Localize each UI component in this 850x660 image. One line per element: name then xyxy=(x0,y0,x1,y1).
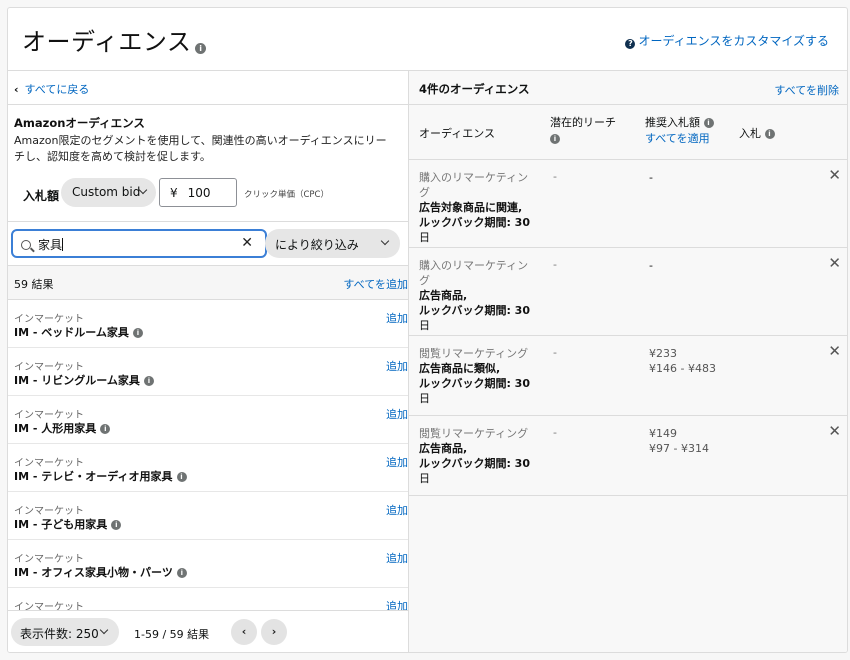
item-category: インマーケット xyxy=(14,410,84,421)
info-icon[interactable]: i xyxy=(143,376,154,386)
close-icon[interactable]: ✕ xyxy=(828,254,841,272)
suggested-bid-cell: - xyxy=(649,171,653,184)
bid-amount-input[interactable]: ¥100 xyxy=(159,178,237,207)
reach-cell: - xyxy=(553,426,557,439)
clear-search-icon[interactable]: ✕ xyxy=(241,235,253,251)
pagination-footer: 表示件数: 250 1-59 / 59 結果 ‹ › xyxy=(8,610,408,652)
info-icon[interactable]: i xyxy=(550,134,560,144)
info-icon[interactable]: i xyxy=(764,129,775,139)
page-size-dropdown[interactable]: 表示件数: 250 xyxy=(11,618,119,646)
results-count: 59 結果 xyxy=(14,278,54,291)
reach-cell: - xyxy=(553,346,557,359)
remove-all-button[interactable]: すべてを削除 xyxy=(774,82,839,98)
item-name: IM - テレビ・オーディオ用家具 i xyxy=(14,468,187,484)
next-page-button[interactable]: › xyxy=(261,619,287,645)
list-item: インマーケット IM - 子ども用家具 i 追加 xyxy=(8,492,408,540)
section-description: Amazon限定のセグメントを使用して、関連性の高いオーディエンスにリー チし、… xyxy=(14,134,387,163)
selected-header: 4件のオーディエンス すべてを削除 xyxy=(409,71,847,105)
item-category: インマーケット xyxy=(14,554,84,565)
amazon-audience-section: Amazonオーディエンス Amazon限定のセグメントを使用して、関連性の高い… xyxy=(8,105,408,169)
suggested-bid-cell: - xyxy=(649,259,653,272)
text-cursor xyxy=(62,238,64,251)
list-item: インマーケット IM - ベッドルーム家具 i 追加 xyxy=(8,300,408,348)
item-category: インマーケット xyxy=(14,314,84,325)
bid-unit-label: クリック単価（CPC） xyxy=(244,190,329,200)
table-row: 閲覧リマーケティング 広告商品に類似, ルックバック期間: 30 日 - ¥23… xyxy=(409,336,847,416)
item-name: IM - 子ども用家具 i xyxy=(14,516,122,532)
chevron-down-icon xyxy=(99,625,109,635)
list-item: インマーケット IM - リビングルーム家具 i 追加 xyxy=(8,348,408,396)
chevron-down-icon xyxy=(380,236,390,246)
close-icon[interactable]: ✕ xyxy=(828,422,841,440)
close-icon[interactable]: ✕ xyxy=(828,166,841,184)
item-category: インマーケット xyxy=(14,458,84,469)
table-row: 閲覧リマーケティング 広告商品, ルックバック期間: 30 日 - ¥149 ¥9… xyxy=(409,416,847,496)
filter-dropdown[interactable]: により絞り込み xyxy=(265,229,400,258)
column-reach: 潜在的リーチ i xyxy=(550,116,616,144)
selected-audiences: 4件のオーディエンス すべてを削除 オーディエンス 潜在的リーチ i 推奨入札額 … xyxy=(409,71,847,652)
list-item: インマーケット IM - 人形用家具 i 追加 xyxy=(8,396,408,444)
info-icon[interactable]: i xyxy=(100,424,111,434)
info-icon[interactable]: i xyxy=(703,118,714,128)
selected-count-title: 4件のオーディエンス xyxy=(419,82,530,96)
add-button[interactable]: 追加 xyxy=(386,454,408,470)
reach-cell: - xyxy=(553,258,557,271)
suggested-bid-cell: ¥233 ¥146 - ¥483 xyxy=(649,347,716,375)
audience-browser: ‹ すべてに戻る Amazonオーディエンス Amazon限定のセグメントを使用し… xyxy=(8,71,409,652)
results-bar: 59 結果 すべてを追加 xyxy=(8,266,408,300)
info-icon[interactable]: i xyxy=(176,472,187,482)
chevron-left-icon: ‹ xyxy=(14,83,19,96)
add-button[interactable]: 追加 xyxy=(386,406,408,422)
add-all-button[interactable]: すべてを追加 xyxy=(343,276,408,292)
audience-cell: 購入のリマーケティン グ 広告商品, ルックバック期間: 30 日 xyxy=(419,259,530,332)
info-icon[interactable]: i xyxy=(132,328,143,338)
item-category: インマーケット xyxy=(14,362,84,373)
item-name: IM - リビングルーム家具 i xyxy=(14,372,154,388)
info-icon[interactable]: i xyxy=(111,520,122,530)
panel-header: オーディエンス i ? オーディエンスをカスタマイズする xyxy=(8,8,847,71)
audience-cell: 閲覧リマーケティング 広告商品, ルックバック期間: 30 日 xyxy=(419,427,530,485)
reach-cell: - xyxy=(553,170,557,183)
table-row: 購入のリマーケティン グ 広告商品, ルックバック期間: 30 日 - - ✕ xyxy=(409,248,847,336)
item-name: IM - オフィス家具小物・パーツ i xyxy=(14,564,187,580)
audience-cell: 閲覧リマーケティング 広告商品に類似, ルックバック期間: 30 日 xyxy=(419,347,530,405)
add-button[interactable]: 追加 xyxy=(386,358,408,374)
column-suggested-bid: 推奨入札額 i すべてを適用 xyxy=(645,115,714,147)
info-icon[interactable]: i xyxy=(176,568,187,578)
prev-page-button[interactable]: ‹ xyxy=(231,619,257,645)
table-row: 購入のリマーケティン グ 広告対象商品に関連, ルックバック期間: 30 日 -… xyxy=(409,160,847,248)
back-link[interactable]: ‹ すべてに戻る xyxy=(8,71,408,105)
suggested-bid-cell: ¥149 ¥97 - ¥314 xyxy=(649,427,709,455)
info-icon[interactable]: i xyxy=(195,43,207,54)
column-bid: 入札 i xyxy=(739,125,775,141)
list-item: インマーケット IM - テレビ・オーディオ用家具 i 追加 xyxy=(8,444,408,492)
search-input[interactable]: 家具 ✕ xyxy=(11,229,267,258)
section-title: Amazonオーディエンス xyxy=(14,116,145,130)
close-icon[interactable]: ✕ xyxy=(828,342,841,360)
table-header: オーディエンス 潜在的リーチ i 推奨入札額 i すべてを適用 入札 i xyxy=(409,105,847,160)
bid-type-dropdown[interactable]: Custom bid xyxy=(61,178,156,207)
audience-list: インマーケット IM - ベッドルーム家具 i 追加 インマーケット IM - リ… xyxy=(8,300,408,612)
audience-cell: 購入のリマーケティン グ 広告対象商品に関連, ルックバック期間: 30 日 xyxy=(419,171,530,244)
list-item: インマーケット IM - オフィス家具小物・パーツ i 追加 xyxy=(8,540,408,588)
column-audience: オーディエンス xyxy=(419,127,496,140)
add-button[interactable]: 追加 xyxy=(386,310,408,326)
list-item: インマーケット 追加 xyxy=(8,588,408,612)
help-icon: ? xyxy=(625,39,636,49)
bid-label: 入札額 xyxy=(23,189,60,203)
audience-panel: オーディエンス i ? オーディエンスをカスタマイズする ‹ すべてに戻る Amazo… xyxy=(7,7,848,653)
item-category: インマーケット xyxy=(14,506,84,517)
page-title: オーディエンス i xyxy=(22,22,207,57)
item-name: IM - ベッドルーム家具 i xyxy=(14,324,143,340)
search-icon xyxy=(21,240,31,250)
customize-audience-link[interactable]: ? オーディエンスをカスタマイズする xyxy=(625,32,829,49)
filter-row: 家具 ✕ により絞り込み xyxy=(8,222,408,266)
pagination-range: 1-59 / 59 結果 xyxy=(134,628,210,641)
item-name: IM - 人形用家具 i xyxy=(14,420,111,436)
add-button[interactable]: 追加 xyxy=(386,550,408,566)
bid-row: 入札額 Custom bid ¥100 クリック単価（CPC） xyxy=(8,169,408,222)
add-button[interactable]: 追加 xyxy=(386,502,408,518)
apply-all-link[interactable]: すべてを適用 xyxy=(645,131,714,147)
